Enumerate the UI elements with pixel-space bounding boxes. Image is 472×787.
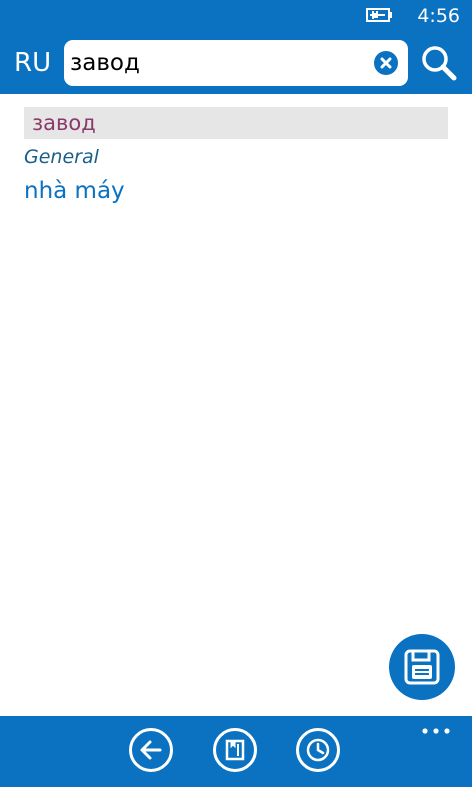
back-arrow-icon [140, 740, 162, 760]
more-dots-icon[interactable] [421, 727, 451, 735]
category-label: General [24, 146, 99, 168]
search-input[interactable] [70, 46, 360, 80]
battery-charging-icon [366, 8, 392, 22]
result-headword-row: завод [24, 107, 448, 139]
clear-icon [380, 57, 392, 69]
translation[interactable]: nhà máy [24, 177, 125, 205]
dictionary-screen: 4:56 RU завод General nhà máy [0, 0, 472, 787]
app-header: RU [0, 32, 472, 94]
bookmark-book-icon [225, 739, 245, 761]
search-box[interactable] [64, 40, 408, 86]
status-bar: 4:56 [0, 0, 472, 32]
save-icon [404, 649, 440, 685]
clear-search-button[interactable] [374, 51, 398, 75]
status-time: 4:56 [417, 5, 460, 27]
bookmarks-button[interactable] [213, 728, 257, 772]
search-icon[interactable] [420, 44, 458, 82]
language-switch[interactable]: RU [14, 48, 51, 78]
headword: завод [32, 111, 96, 135]
app-bar [0, 716, 472, 787]
save-button[interactable] [389, 634, 455, 700]
back-button[interactable] [129, 728, 173, 772]
history-button[interactable] [296, 728, 340, 772]
history-clock-icon [306, 738, 330, 762]
